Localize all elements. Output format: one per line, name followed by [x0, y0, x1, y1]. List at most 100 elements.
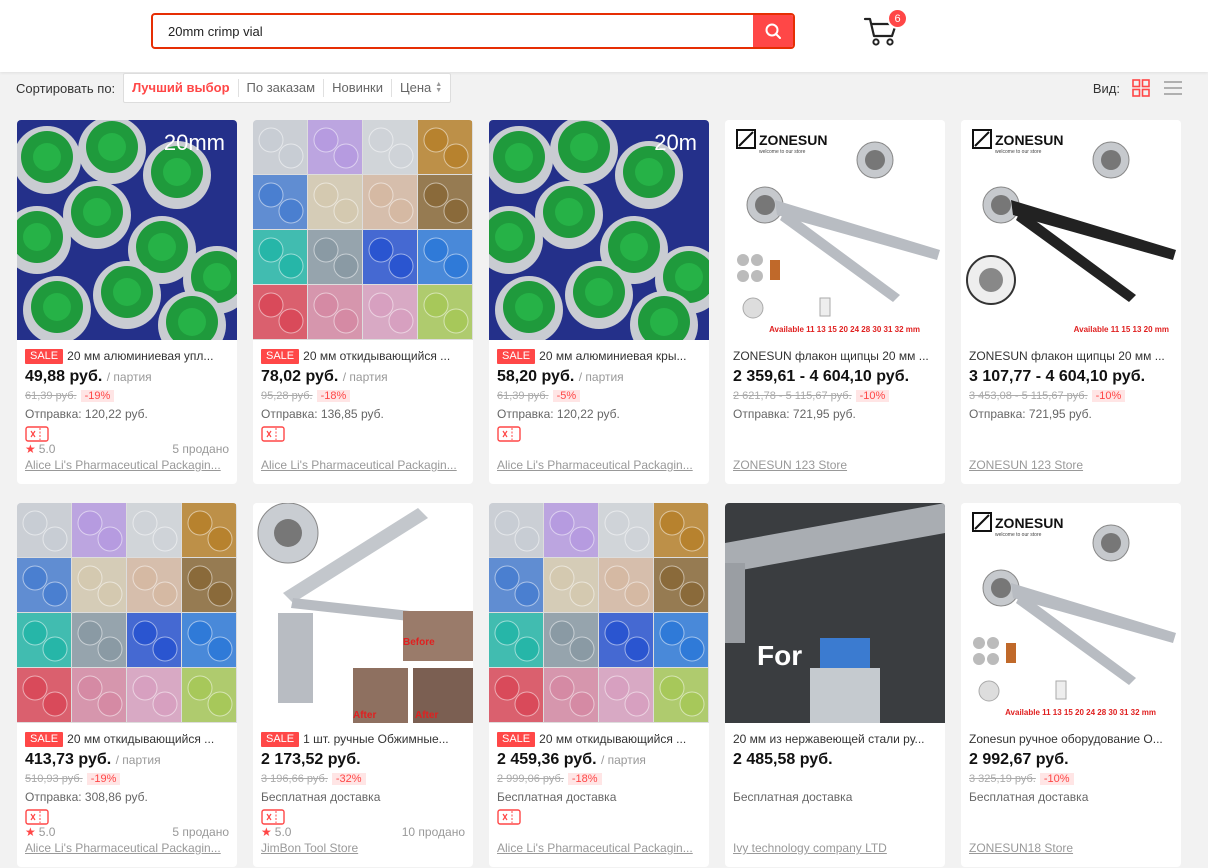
price-row: 2 359,61 - 4 604,10 руб.	[733, 368, 937, 388]
store-link[interactable]: ZONESUN18 Store	[969, 841, 1173, 855]
product-card[interactable]: ZONESUN welcome to our store Available 11 …	[961, 120, 1181, 484]
product-price: 58,20 руб.	[497, 368, 575, 385]
svg-text:welcome to our store: welcome to our store	[995, 532, 1042, 538]
product-card[interactable]: For 20 мм из нержавеющей стали ру... 2 485…	[725, 503, 945, 867]
grid-view-button[interactable]	[1130, 77, 1152, 99]
product-card[interactable]: Before After After SALE 1 шт. ручные Обжимны…	[253, 503, 473, 867]
product-title[interactable]: ZONESUN флакон щипцы 20 мм ...	[969, 349, 1165, 363]
product-title-row[interactable]: ZONESUN флакон щипцы 20 мм ...	[969, 348, 1173, 364]
product-image[interactable]: 20mm	[17, 120, 237, 340]
product-image[interactable]	[17, 503, 237, 723]
product-title[interactable]: 20 мм алюминиевая упл...	[67, 349, 213, 363]
original-price: 3 325,19 руб.	[969, 773, 1036, 785]
product-image[interactable]: Before After After	[253, 503, 473, 723]
price-row: 78,02 руб. / партия	[261, 368, 465, 388]
search-button[interactable]	[753, 15, 793, 47]
sold-count: 5 продано	[172, 825, 229, 839]
shipping-info: Отправка: 308,86 руб.	[25, 790, 148, 804]
product-image[interactable]: ZONESUN welcome to our store Available 11 …	[725, 120, 945, 340]
product-image[interactable]: ZONESUN welcome to our store Available 11 …	[961, 120, 1181, 340]
product-title-row[interactable]: SALE 20 мм алюминиевая кры...	[497, 348, 701, 364]
original-price: 510,93 руб.	[25, 773, 83, 785]
original-price-row	[733, 771, 937, 787]
sold-count: 10 продано	[401, 825, 465, 839]
product-title-row[interactable]: SALE 20 мм алюминиевая упл...	[25, 348, 229, 364]
product-title-row[interactable]: ZONESUN флакон щипцы 20 мм ...	[733, 348, 937, 364]
original-price-row: 2 999,06 руб. -18%	[497, 771, 701, 787]
price-row: 3 107,77 - 4 604,10 руб.	[969, 368, 1173, 388]
sale-badge: SALE	[261, 731, 300, 747]
product-title-row[interactable]: SALE 1 шт. ручные Обжимные...	[261, 731, 465, 747]
rating: ★ 5.0	[25, 825, 55, 841]
product-info: SALE 20 мм откидывающийся ... 413,73 руб. …	[17, 723, 237, 867]
view-switcher: Вид:	[1093, 77, 1184, 99]
sort-bar: Сортировать по: Лучший выбор По заказам …	[16, 73, 1184, 103]
store-link[interactable]: Alice Li's Pharmaceutical Packagin...	[497, 458, 701, 472]
image-caption: 20mm	[164, 130, 225, 155]
store-link[interactable]: Alice Li's Pharmaceutical Packagin...	[25, 841, 229, 855]
store-link[interactable]: Alice Li's Pharmaceutical Packagin...	[497, 841, 701, 855]
store-link[interactable]: Alice Li's Pharmaceutical Packagin...	[25, 458, 229, 472]
product-title[interactable]: 20 мм откидывающийся ...	[67, 732, 214, 746]
rating-value: 5.0	[274, 825, 292, 839]
star-icon: ★	[25, 442, 36, 456]
product-card[interactable]: 20m SALE 20 мм алюминиевая кры... 58,20 руб…	[489, 120, 709, 484]
shipping-info: Бесплатная доставка	[733, 790, 853, 804]
product-title-row[interactable]: SALE 20 мм откидывающийся ...	[497, 731, 701, 747]
sort-best-match[interactable]: Лучший выбор	[124, 79, 237, 97]
sale-badge: SALE	[25, 731, 64, 747]
product-card[interactable]: ZONESUN welcome to our store Available 11 …	[725, 120, 945, 484]
original-price-row: 2 621,78 - 5 115,67 руб. -10%	[733, 388, 937, 404]
shipping-info: Отправка: 721,95 руб.	[733, 407, 856, 421]
sort-price[interactable]: Цена ▲ ▼	[391, 79, 450, 97]
product-card[interactable]: SALE 20 мм откидывающийся ... 78,02 руб. /…	[253, 120, 473, 484]
product-card[interactable]: ZONESUN welcome to our store Available 11 …	[961, 503, 1181, 867]
sort-newest[interactable]: Новинки	[323, 79, 391, 97]
product-price: 2 459,36 руб.	[497, 751, 597, 768]
product-image[interactable]: For	[725, 503, 945, 723]
svg-text:After: After	[353, 710, 376, 721]
product-title[interactable]: ZONESUN флакон щипцы 20 мм ...	[733, 349, 929, 363]
product-title[interactable]: 20 мм откидывающийся ...	[539, 732, 686, 746]
store-link[interactable]: ZONESUN 123 Store	[969, 458, 1173, 472]
product-title[interactable]: 1 шт. ручные Обжимные...	[303, 732, 449, 746]
product-title[interactable]: 20 мм из нержавеющей стали ру...	[733, 732, 925, 746]
product-price: 49,88 руб.	[25, 368, 103, 385]
list-view-button[interactable]	[1162, 77, 1184, 99]
product-image[interactable]	[253, 120, 473, 340]
store-link[interactable]: JimBon Tool Store	[261, 841, 465, 855]
svg-text:Available 11 13 15 20 24 28 30: Available 11 13 15 20 24 28 30 31 32 mm	[769, 325, 920, 334]
sort-arrows-icon: ▲ ▼	[435, 81, 443, 94]
product-title[interactable]: 20 мм алюминиевая кры...	[539, 349, 686, 363]
product-image[interactable]	[489, 503, 709, 723]
coupon-icon	[497, 426, 521, 442]
product-image[interactable]: 20m	[489, 120, 709, 340]
product-title-row[interactable]: 20 мм из нержавеющей стали ру...	[733, 731, 937, 747]
search-input[interactable]	[153, 15, 753, 47]
store-link[interactable]: Ivy technology company LTD	[733, 841, 937, 855]
svg-text:welcome to our store: welcome to our store	[759, 149, 806, 155]
product-card[interactable]: SALE 20 мм откидывающийся ... 413,73 руб. …	[17, 503, 237, 867]
original-price: 2 999,06 руб.	[497, 773, 564, 785]
cart-button[interactable]: 6	[862, 8, 910, 50]
product-title-row[interactable]: SALE 20 мм откидывающийся ...	[261, 348, 465, 364]
product-title[interactable]: Zonesun ручное оборудование О...	[969, 732, 1163, 746]
original-price: 95,28 руб.	[261, 390, 313, 402]
product-card[interactable]: SALE 20 мм откидывающийся ... 2 459,36 руб…	[489, 503, 709, 867]
product-title[interactable]: 20 мм откидывающийся ...	[303, 349, 450, 363]
product-price: 2 359,61 - 4 604,10 руб.	[733, 368, 910, 385]
product-image[interactable]: ZONESUN welcome to our store Available 11 …	[961, 503, 1181, 723]
product-title-row[interactable]: Zonesun ручное оборудование О...	[969, 731, 1173, 747]
sort-by-orders[interactable]: По заказам	[237, 79, 324, 97]
store-link[interactable]: Alice Li's Pharmaceutical Packagin...	[261, 458, 465, 472]
product-info: Zonesun ручное оборудование О... 2 992,67…	[961, 723, 1181, 867]
original-price-row: 3 453,08 - 5 115,67 руб. -10%	[969, 388, 1173, 404]
svg-text:welcome to our store: welcome to our store	[995, 149, 1042, 155]
star-icon: ★	[261, 825, 272, 839]
svg-text:ZONESUN: ZONESUN	[995, 515, 1063, 531]
top-bar: 6	[0, 0, 1208, 72]
store-link[interactable]: ZONESUN 123 Store	[733, 458, 937, 472]
product-card[interactable]: 20mm SALE 20 мм алюминиевая упл... 49,88 ру…	[17, 120, 237, 484]
shipping-info: Отправка: 120,22 руб.	[497, 407, 620, 421]
product-title-row[interactable]: SALE 20 мм откидывающийся ...	[25, 731, 229, 747]
